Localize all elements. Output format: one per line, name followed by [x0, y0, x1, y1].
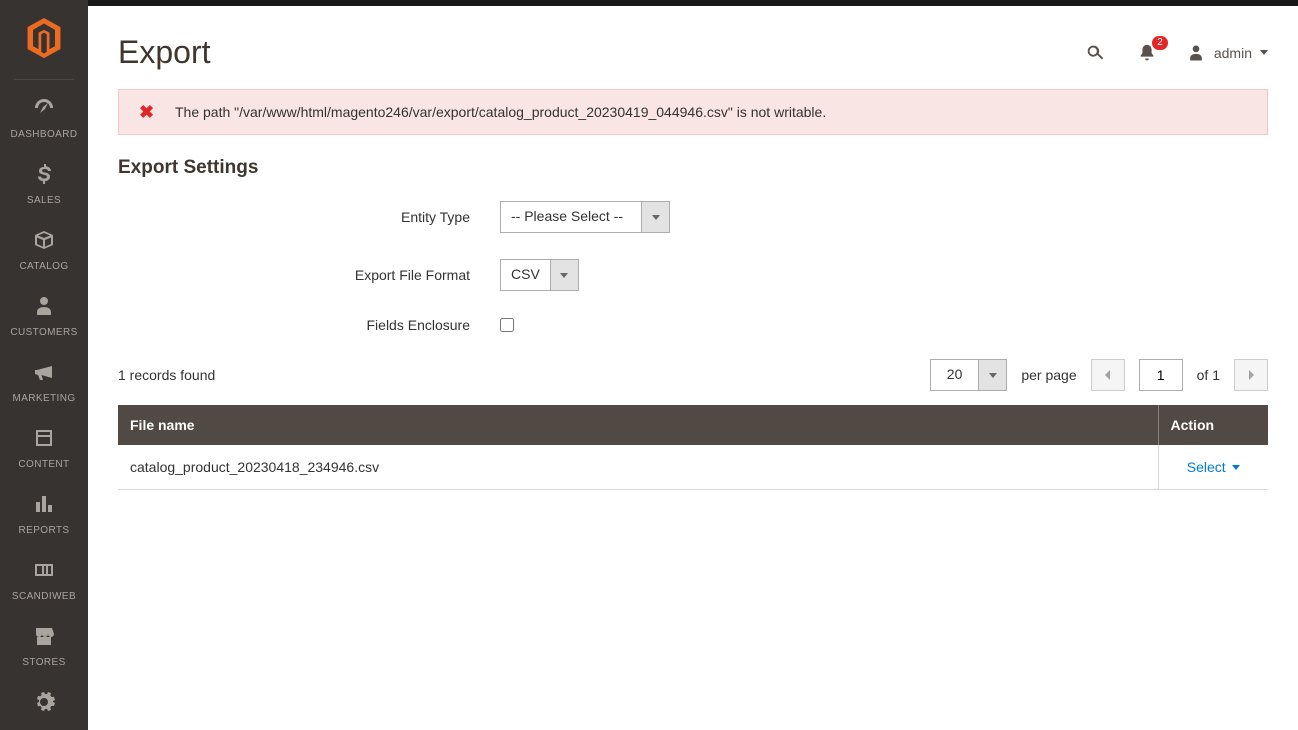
select-label: Select — [1187, 459, 1226, 475]
sidebar-item-scandiweb[interactable]: SCANDIWEB — [0, 548, 88, 614]
file-format-select[interactable]: CSV — [500, 259, 579, 291]
page-input[interactable] — [1139, 359, 1183, 391]
person-icon — [30, 294, 58, 318]
chevron-down-icon — [641, 202, 669, 232]
chevron-down-icon — [550, 260, 578, 290]
sidebar-item-label: MARKETING — [12, 393, 75, 404]
page-size-value: 20 — [931, 360, 979, 390]
entity-type-label: Entity Type — [118, 209, 500, 225]
sidebar-item-marketing[interactable]: MARKETING — [0, 350, 88, 416]
sidebar-item-label: SCANDIWEB — [12, 591, 76, 602]
next-page-button[interactable] — [1234, 359, 1268, 391]
col-header-filename: File name — [118, 405, 1158, 445]
sidebar-item-label: CUSTOMERS — [10, 327, 77, 338]
sidebar-item-label: CONTENT — [18, 459, 69, 470]
page-size-select[interactable]: 20 — [930, 359, 1008, 391]
user-name: admin — [1214, 45, 1252, 61]
sidebar-item-catalog[interactable]: CATALOG — [0, 218, 88, 284]
row-action-select[interactable]: Select — [1187, 459, 1240, 475]
sidebar-item-label: STORES — [22, 657, 65, 668]
entity-type-value: -- Please Select -- — [501, 202, 641, 232]
page-of-text: of 1 — [1197, 367, 1220, 383]
table-row: catalog_product_20230418_234946.csv Sele… — [118, 445, 1268, 490]
store-icon — [30, 624, 58, 648]
sidebar-item-stores[interactable]: STORES — [0, 614, 88, 680]
prev-page-button[interactable] — [1091, 359, 1125, 391]
chevron-down-icon — [1232, 465, 1240, 470]
sidebar-item-label: DASHBOARD — [11, 129, 78, 140]
user-icon — [1186, 43, 1206, 63]
notifications-icon[interactable]: 2 — [1134, 40, 1160, 66]
bar-chart-icon — [30, 492, 58, 516]
box-icon — [30, 228, 58, 252]
page-title: Export — [118, 34, 210, 71]
sidebar-item-content[interactable]: CONTENT — [0, 416, 88, 482]
dashboard-icon — [30, 96, 58, 120]
chevron-down-icon — [1260, 50, 1268, 55]
sidebar-item-label: REPORTS — [19, 525, 70, 536]
records-found-text: 1 records found — [118, 367, 215, 383]
sidebar-item-label: SALES — [27, 195, 61, 206]
export-files-table: File name Action catalog_product_2023041… — [118, 405, 1268, 490]
admin-sidebar: DASHBOARD SALES CATALOG CUSTOMERS MARKET… — [0, 0, 88, 730]
user-menu[interactable]: admin — [1186, 43, 1268, 63]
entity-type-select[interactable]: -- Please Select -- — [500, 201, 670, 233]
search-icon[interactable] — [1082, 40, 1108, 66]
sidebar-item-dashboard[interactable]: DASHBOARD — [0, 86, 88, 152]
fields-enclosure-checkbox[interactable] — [500, 318, 514, 332]
cell-filename: catalog_product_20230418_234946.csv — [118, 445, 1158, 490]
chevron-left-icon — [1103, 369, 1113, 381]
content-icon — [30, 426, 58, 450]
sidebar-item-customers[interactable]: CUSTOMERS — [0, 284, 88, 350]
magento-logo-icon[interactable] — [25, 0, 63, 75]
scandiweb-icon — [30, 558, 58, 582]
dollar-icon — [30, 162, 58, 186]
error-x-icon: ✖ — [139, 102, 154, 123]
error-text: The path "/var/www/html/magento246/var/e… — [175, 104, 826, 120]
error-message: ✖ The path "/var/www/html/magento246/var… — [118, 89, 1268, 135]
megaphone-icon — [30, 360, 58, 384]
file-format-label: Export File Format — [118, 267, 500, 283]
sidebar-item-system[interactable] — [0, 680, 88, 730]
chevron-right-icon — [1246, 369, 1256, 381]
sidebar-item-sales[interactable]: SALES — [0, 152, 88, 218]
chevron-down-icon — [978, 360, 1006, 390]
sidebar-item-label: CATALOG — [19, 261, 68, 272]
per-page-label: per page — [1021, 367, 1076, 383]
fields-enclosure-label: Fields Enclosure — [118, 317, 500, 333]
section-title: Export Settings — [118, 157, 1268, 179]
file-format-value: CSV — [501, 260, 550, 290]
sidebar-item-reports[interactable]: REPORTS — [0, 482, 88, 548]
gear-icon — [30, 690, 58, 714]
col-header-action: Action — [1158, 405, 1268, 445]
notification-badge: 2 — [1152, 36, 1168, 50]
